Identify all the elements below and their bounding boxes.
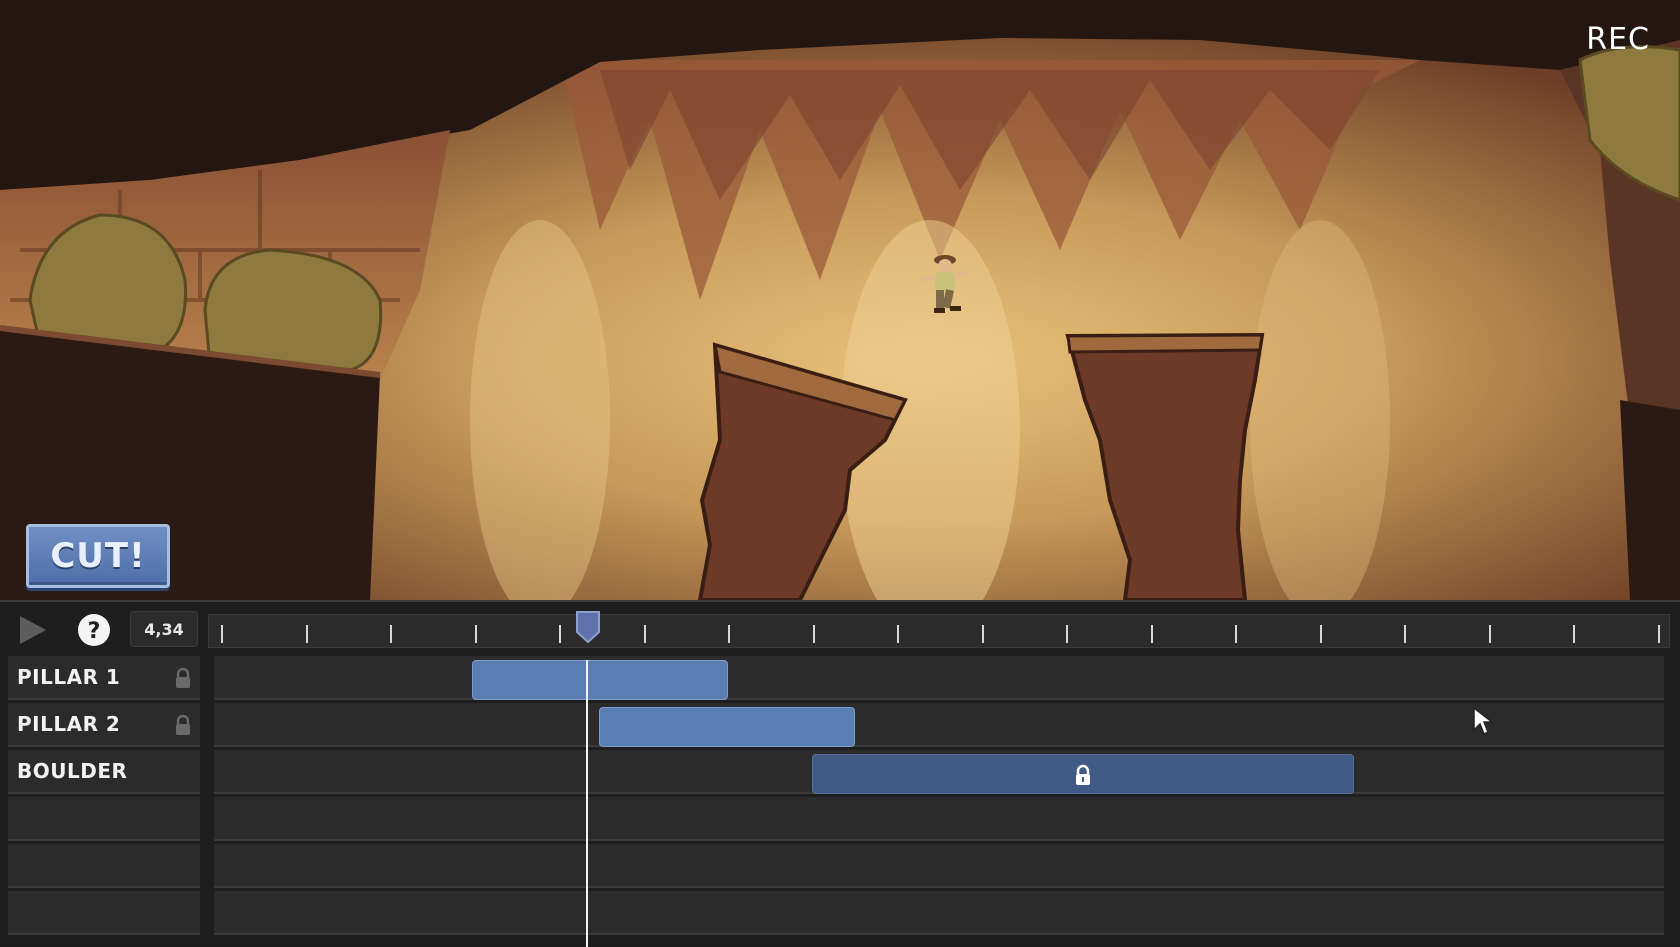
playhead-line xyxy=(586,660,588,947)
cave-background xyxy=(0,0,1680,600)
explorer-character-icon xyxy=(920,255,970,313)
svg-text:?: ? xyxy=(88,619,101,644)
track-label-boulder: BOULDER xyxy=(8,750,200,794)
timeline-toolbar: ? 4,34 xyxy=(0,602,1680,654)
ruler-tick xyxy=(221,625,223,643)
track-lane-pillar-1 xyxy=(214,656,1664,700)
recording-indicator: REC xyxy=(1586,22,1650,57)
ruler-tick xyxy=(812,625,815,643)
ruler-tick xyxy=(1657,625,1660,643)
ruler-tick xyxy=(1235,625,1237,643)
clip-boulder[interactable] xyxy=(812,754,1354,794)
ruler-tick xyxy=(1150,625,1153,643)
mouse-cursor-icon xyxy=(1473,706,1494,736)
ruler-tick xyxy=(1573,625,1575,643)
track-label-empty xyxy=(8,797,200,841)
ruler-tick xyxy=(728,625,730,643)
ruler-tick xyxy=(390,625,392,643)
track-lane-empty xyxy=(214,797,1664,841)
timeline-editor: ? 4,34 PILLAR 1 PILLAR 2 BOULDER xyxy=(0,600,1680,947)
track-label-pillar-1: PILLAR 1 xyxy=(8,656,200,700)
ruler-tick xyxy=(981,625,984,643)
lock-icon xyxy=(1076,764,1090,785)
track-label-text: BOULDER xyxy=(17,759,128,783)
ruler-tick xyxy=(1066,625,1068,643)
game-scene: REC CUT! xyxy=(0,0,1680,600)
timeline-ruler[interactable] xyxy=(208,614,1670,648)
time-readout: 4,34 xyxy=(130,611,198,647)
track-label-pillar-2: PILLAR 2 xyxy=(8,703,200,747)
clip-pillar-1[interactable] xyxy=(472,660,728,700)
clip-pillar-2[interactable] xyxy=(599,707,855,747)
ruler-tick xyxy=(643,625,646,643)
ruler-tick xyxy=(1404,625,1406,643)
lock-icon[interactable] xyxy=(174,667,192,689)
track-label-text: PILLAR 1 xyxy=(17,665,121,689)
track-lane-empty xyxy=(214,844,1664,888)
track-label-empty xyxy=(8,844,200,888)
ruler-tick xyxy=(897,625,899,643)
track-list: PILLAR 1 PILLAR 2 BOULDER xyxy=(0,656,1680,946)
lock-icon[interactable] xyxy=(174,714,192,736)
play-icon[interactable] xyxy=(14,612,50,648)
ruler-tick xyxy=(474,625,477,643)
track-label-text: PILLAR 2 xyxy=(17,712,121,736)
ruler-tick xyxy=(559,625,561,643)
playhead-handle-icon[interactable] xyxy=(575,610,601,644)
ruler-tick xyxy=(305,625,308,643)
track-lane-empty xyxy=(214,891,1664,935)
track-label-empty xyxy=(8,891,200,935)
ruler-tick xyxy=(1319,625,1322,643)
ruler-tick xyxy=(1488,625,1491,643)
help-icon[interactable]: ? xyxy=(76,612,112,648)
cut-button[interactable]: CUT! xyxy=(26,524,170,588)
track-lane-pillar-2 xyxy=(214,703,1664,747)
track-lane-boulder xyxy=(214,750,1664,794)
